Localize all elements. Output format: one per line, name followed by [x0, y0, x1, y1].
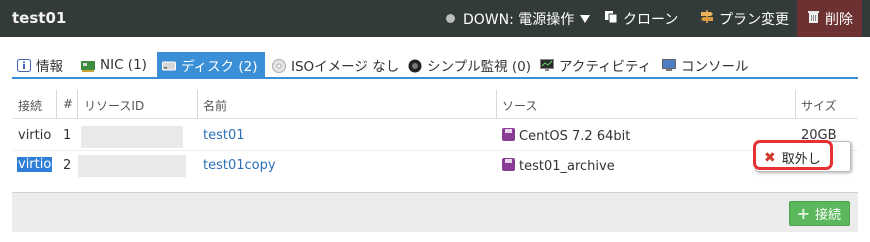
power-operation-menu[interactable]: DOWN: 電源操作 — [446, 0, 591, 37]
row-source: CentOS 7.2 64bit — [502, 128, 630, 144]
resource-id-redacted — [81, 126, 183, 148]
tab-activity-label: アクティビティ — [559, 59, 652, 75]
column-divider — [496, 90, 497, 118]
activity-screen-icon — [540, 58, 554, 72]
tab-iso-image[interactable]: ISOイメージ なし — [267, 52, 404, 78]
column-divider — [77, 90, 78, 118]
archive-floppy-icon — [502, 128, 515, 141]
table-footer: + 接続 — [12, 192, 858, 232]
top-bar: test01 DOWN: 電源操作 クローン プラン変更 削除 — [0, 0, 870, 37]
column-divider — [197, 90, 198, 118]
archive-floppy-icon — [502, 158, 515, 171]
column-header-resource-id[interactable]: リソースID — [84, 97, 144, 114]
row-name-link[interactable]: test01copy — [203, 158, 276, 173]
tab-console-label: コンソール — [681, 59, 749, 75]
tab-disk[interactable]: ディスク (2) — [157, 52, 265, 78]
power-status-label: DOWN: 電源操作 — [463, 11, 575, 28]
column-header-index[interactable]: # — [63, 97, 73, 111]
plan-change-label: プラン変更 — [719, 11, 789, 28]
row-source-label: test01_archive — [519, 159, 615, 174]
plus-icon: + — [796, 204, 810, 223]
row-connection: virtio — [18, 128, 52, 143]
tab-nic[interactable]: NIC (1) — [76, 52, 152, 78]
header-divider — [12, 118, 858, 119]
connect-button[interactable]: + 接続 — [788, 201, 850, 226]
tab-disk-label: ディスク (2) — [181, 59, 258, 75]
delete-button[interactable]: 削除 — [797, 0, 862, 37]
disk-context-menu: ✖ 取外し — [753, 140, 851, 172]
monitor-gauge-icon — [408, 59, 422, 72]
tab-simple-monitor[interactable]: シンプル監視 (0) — [403, 52, 536, 78]
tab-activity[interactable]: アクティビティ — [535, 52, 656, 78]
tab-simple-monitor-label: シンプル監視 (0) — [427, 59, 532, 75]
cd-disc-icon — [272, 58, 286, 73]
column-header-name[interactable]: 名前 — [203, 97, 227, 114]
row-name-link[interactable]: test01 — [203, 128, 245, 143]
tab-nic-label: NIC (1) — [100, 57, 147, 73]
column-divider — [795, 90, 796, 118]
delete-label: 削除 — [825, 11, 853, 28]
column-divider — [56, 90, 57, 118]
plan-change-button[interactable]: プラン変更 — [700, 0, 789, 37]
disk-drive-icon — [162, 59, 176, 72]
tab-info-label: 情報 — [36, 59, 63, 75]
clone-icon — [604, 10, 618, 28]
resource-id-redacted — [78, 155, 186, 177]
console-monitor-icon — [662, 58, 676, 72]
highlight-ring — [753, 140, 833, 170]
row-source: test01_archive — [502, 158, 615, 174]
row-connection-selected-text[interactable]: virtio — [17, 157, 53, 172]
tab-info[interactable]: 情報 — [12, 52, 68, 78]
server-title: test01 — [12, 9, 67, 27]
clone-label: クローン — [623, 11, 679, 28]
signpost-icon — [700, 9, 714, 28]
row-source-label: CentOS 7.2 64bit — [519, 129, 631, 144]
column-header-source[interactable]: ソース — [502, 97, 537, 114]
tab-iso-label: ISOイメージ なし — [291, 59, 400, 75]
tab-console[interactable]: コンソール — [657, 52, 754, 78]
status-dot-icon — [446, 14, 455, 23]
info-icon — [17, 58, 31, 72]
connect-label: 接続 — [814, 208, 841, 223]
column-header-connection[interactable]: 接続 — [18, 97, 42, 114]
row-divider — [12, 150, 858, 151]
trash-icon — [807, 10, 820, 28]
nic-card-icon — [81, 59, 95, 72]
caret-down-icon — [580, 14, 591, 23]
column-header-size[interactable]: サイズ — [801, 97, 837, 114]
tab-bar: 情報 NIC (1) ディスク (2) ISOイメージ なし シンプル監視 (0… — [12, 52, 858, 79]
row-index: 1 — [63, 128, 72, 143]
row-index: 2 — [63, 158, 72, 173]
clone-button[interactable]: クローン — [604, 0, 678, 37]
